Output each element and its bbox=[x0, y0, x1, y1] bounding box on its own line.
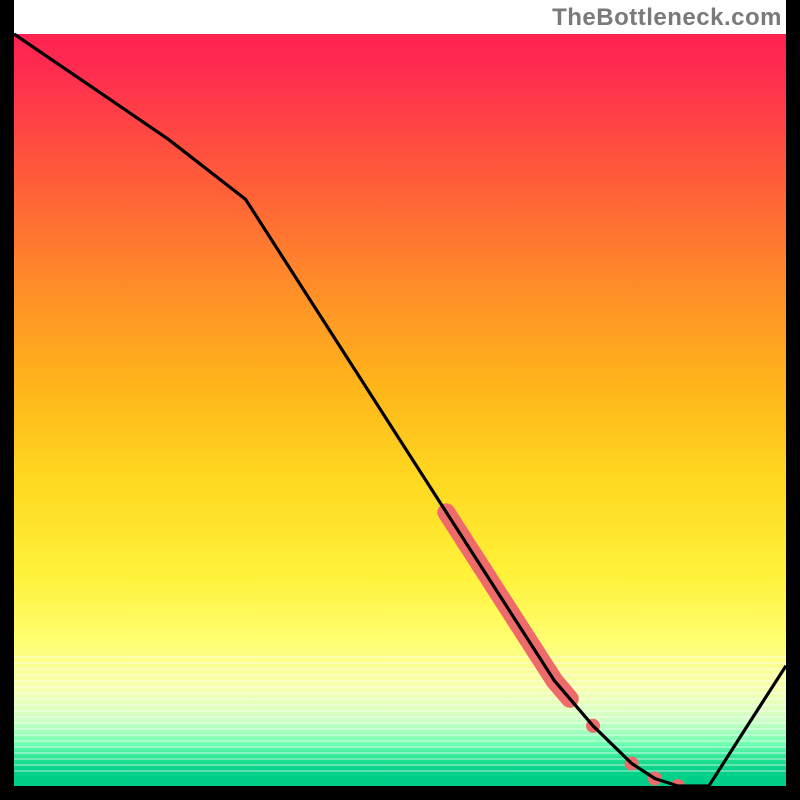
chart-background bbox=[0, 0, 800, 800]
attribution-label: TheBottleneck.com bbox=[552, 4, 782, 32]
